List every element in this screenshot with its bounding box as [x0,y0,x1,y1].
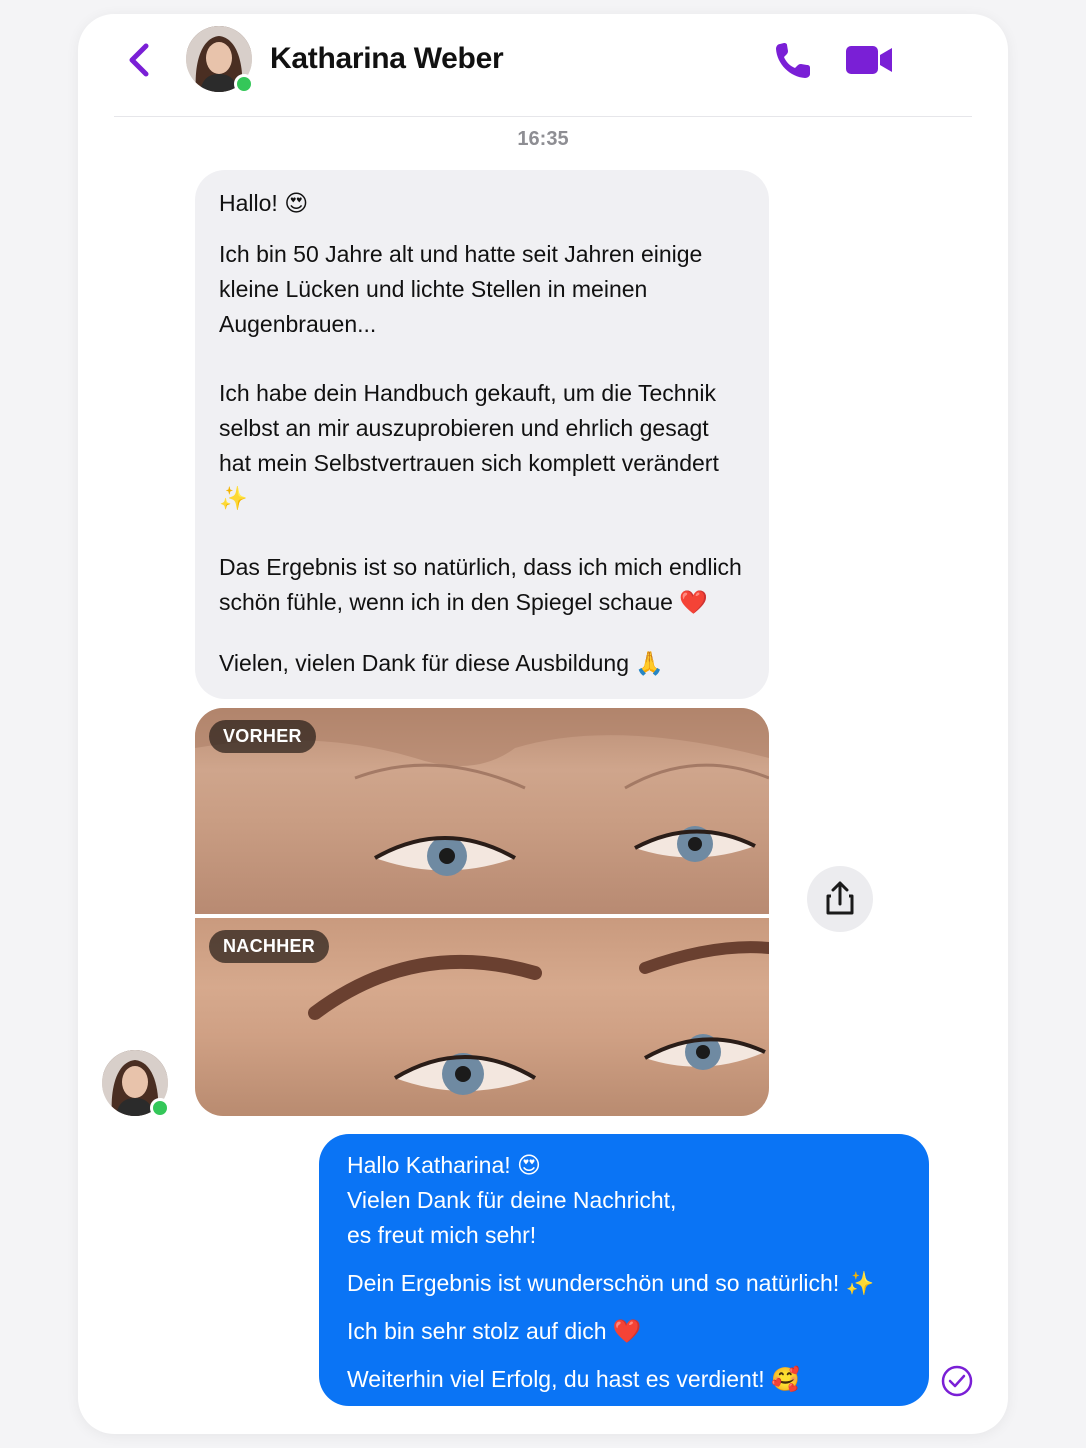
back-chevron-icon[interactable] [122,42,158,78]
online-status-dot [234,74,254,94]
before-photo[interactable]: VORHER [195,708,769,914]
message-paragraph: Ich habe dein Handbuch gekauft, um die T… [219,380,719,511]
message-line: Vielen Dank für deine Nachricht, [347,1187,677,1213]
message-line: Dein Ergebnis ist wunderschön und so nat… [347,1270,875,1296]
incoming-message-bubble[interactable]: Hallo! 😍 Ich bin 50 Jahre alt und hatte … [195,170,769,699]
read-check-icon [941,1365,973,1397]
contact-avatar[interactable] [186,26,254,94]
message-line: Ich bin sehr stolz auf dich ❤️ [347,1318,642,1344]
message-greeting: Hallo! 😍 [219,190,309,216]
message-paragraph: Ich bin 50 Jahre alt und hatte seit Jahr… [219,241,703,337]
video-camera-icon[interactable] [844,40,894,80]
share-icon [826,881,854,915]
message-line: Hallo Katharina! 😍 [347,1152,542,1178]
after-label: NACHHER [209,930,330,963]
message-group: Hallo Katharina! 😍 Vielen Dank für deine… [347,1148,901,1253]
message-paragraph: Das Ergebnis ist so natürlich, dass ich … [219,554,742,615]
share-button[interactable] [807,866,873,932]
message-timestamp: 16:35 [517,128,569,150]
message-paragraph: Vielen, vielen Dank für diese Ausbildung… [219,650,665,676]
contact-name[interactable]: Katharina Weber [270,42,504,76]
online-status-dot [150,1098,170,1118]
header-divider [114,116,972,117]
after-photo[interactable]: NACHHER [195,918,769,1116]
message-line: Weiterhin viel Erfolg, du hast es verdie… [347,1366,800,1392]
chat-window: Katharina Weber 16:35 Hallo! 😍 Ich bin 5… [78,14,1008,1434]
sender-avatar[interactable] [102,1050,170,1118]
message-line: es freut mich sehr! [347,1222,537,1248]
phone-icon[interactable] [772,38,816,82]
chat-header: Katharina Weber [78,14,1008,118]
outgoing-message-bubble[interactable]: Hallo Katharina! 😍 Vielen Dank für deine… [319,1134,929,1406]
before-label: VORHER [209,720,316,753]
